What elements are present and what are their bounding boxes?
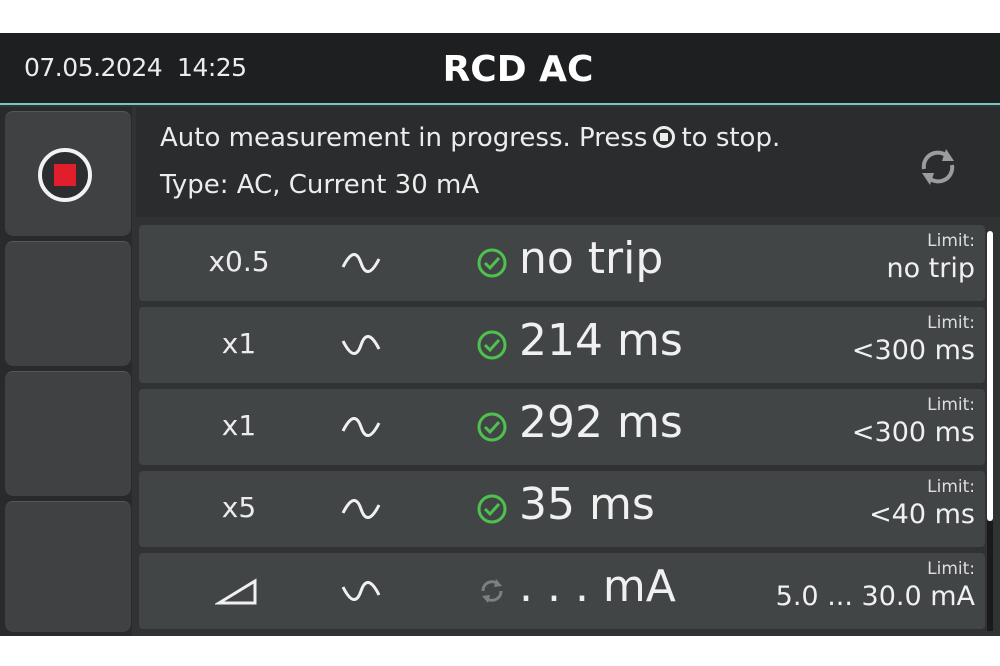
sine-icon [341, 417, 381, 437]
check-icon [477, 412, 507, 442]
refresh-icon[interactable] [916, 145, 960, 189]
header-bar: 07.05.2024 14:25 RCD AC [0, 33, 1000, 105]
limit-value: <300 ms [851, 417, 975, 448]
result-row[interactable]: x0.5 no trip Limit: no trip [139, 225, 985, 301]
progress-message-suffix: to stop. [681, 123, 781, 153]
ramp-icon [215, 578, 257, 605]
current-multiplier: x5 [221, 491, 257, 524]
trip-result: 35 ms [519, 479, 655, 530]
side-button-3[interactable] [5, 371, 131, 496]
device-screen: 07.05.2024 14:25 RCD AC Auto measurement… [0, 33, 1000, 636]
sidebar [0, 107, 132, 636]
check-icon [477, 248, 507, 278]
sine-icon [341, 335, 381, 355]
limit-value: <40 ms [869, 499, 975, 530]
check-icon [477, 494, 507, 524]
sine-icon [341, 581, 381, 601]
limit-label: Limit: [927, 231, 975, 251]
stop-button[interactable] [5, 111, 131, 236]
check-icon [477, 330, 507, 360]
limit-value: <300 ms [851, 335, 975, 366]
limit-label: Limit: [927, 313, 975, 333]
scrollbar-track[interactable] [987, 521, 993, 631]
trip-result: . . . mA [519, 561, 676, 612]
progress-message-text: Auto measurement in progress. Press [160, 123, 648, 153]
trip-result: 214 ms [519, 315, 683, 366]
result-row[interactable]: x1 292 ms Limit: <300 ms [139, 389, 985, 465]
current-multiplier: x1 [221, 409, 257, 442]
sine-icon [341, 253, 381, 273]
current-multiplier: x0.5 [208, 245, 270, 278]
trip-result: no trip [519, 233, 664, 284]
limit-label: Limit: [927, 477, 975, 497]
page-title: RCD AC [442, 49, 594, 90]
current-multiplier: x1 [221, 327, 257, 360]
trip-result: 292 ms [519, 397, 683, 448]
limit-label: Limit: [927, 395, 975, 415]
scrollbar-thumb[interactable] [987, 231, 993, 521]
limit-label: Limit: [927, 559, 975, 579]
result-row[interactable]: x5 35 ms Limit: <40 ms [139, 471, 985, 547]
limit-value: 5.0 ... 30.0 mA [775, 581, 975, 612]
status-info-panel: Auto measurement in progress. Press to st… [136, 107, 1000, 217]
stop-icon [38, 148, 92, 202]
pending-icon [481, 579, 503, 603]
stop-square [54, 164, 76, 186]
result-row[interactable]: x1 214 ms Limit: <300 ms [139, 307, 985, 383]
test-type: Type: AC, Current 30 mA [160, 170, 480, 200]
limit-value: no trip [886, 253, 975, 284]
stop-inline-icon [653, 126, 676, 148]
side-button-2[interactable] [5, 241, 131, 366]
sine-icon [341, 499, 381, 519]
progress-message: Auto measurement in progress. Press to st… [160, 123, 780, 153]
result-row[interactable]: . . . mA Limit: 5.0 ... 30.0 mA [139, 553, 985, 629]
side-button-4[interactable] [5, 501, 131, 632]
